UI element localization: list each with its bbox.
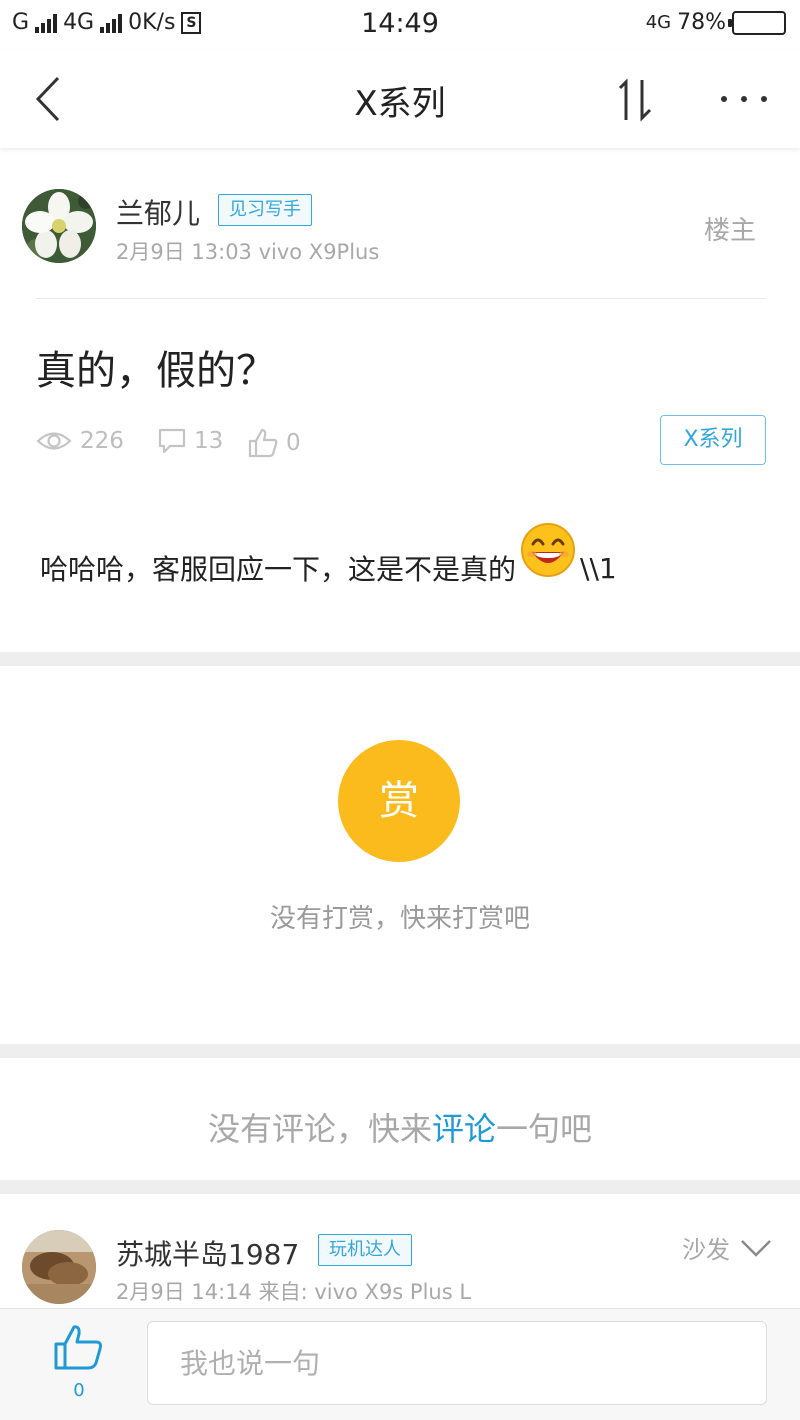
status-right: 4G 78% — [646, 10, 786, 35]
likes-stat[interactable]: 0 — [248, 428, 301, 458]
reward-prompt: 没有打赏，快来打赏吧 — [269, 904, 530, 934]
author-badge: 见习写手 — [218, 194, 312, 226]
grinning-emoji-icon — [520, 522, 576, 578]
comments-stat[interactable]: 13 — [158, 428, 223, 454]
like-count: 0 — [73, 1380, 85, 1401]
status-bar: G 4G 0K/s S 14:49 4G 78% — [0, 0, 800, 50]
divider — [36, 298, 766, 299]
comment-input[interactable] — [147, 1321, 767, 1405]
reply-avatar[interactable] — [22, 1230, 96, 1304]
user-avatar-image — [22, 1230, 96, 1304]
comment-bubble-icon — [158, 428, 186, 454]
chevron-down-icon — [741, 1239, 771, 1257]
chevron-left-icon — [35, 76, 60, 122]
no-comment-text: 没有评论，快来 — [207, 1110, 432, 1148]
thumbs-up-icon — [54, 1325, 102, 1370]
flower-avatar-image — [22, 189, 96, 263]
floor-label: 楼主 — [704, 216, 757, 246]
reply-meta: 2月9日 14:14 来自: vivo X9s Plus L — [116, 1280, 472, 1304]
eye-icon — [36, 432, 72, 450]
reply-author-name[interactable]: 苏城半岛1987 — [116, 1233, 299, 1273]
section-separator — [0, 1044, 800, 1058]
post-body-suffix: \\1 — [580, 551, 617, 585]
no-comment-prompt: 没有评论，快来评论一句吧 — [0, 1104, 800, 1150]
post-title: 真的，假的？ — [36, 348, 276, 394]
reply-author-badge: 玩机达人 — [318, 1234, 412, 1266]
more-dots-icon — [721, 96, 767, 102]
battery-icon — [728, 10, 786, 35]
category-tag[interactable]: X系列 — [660, 415, 766, 465]
section-separator — [0, 1180, 800, 1194]
post-body-text: 哈哈哈，客服回应一下，这是不是真的 — [40, 553, 517, 586]
no-comment-text-tail: 一句吧 — [496, 1110, 593, 1148]
page-title: X系列 — [354, 84, 446, 124]
views-stat: 226 — [36, 428, 124, 454]
sort-button[interactable] — [606, 72, 662, 128]
sort-icon — [618, 78, 652, 122]
battery-percent: 78% — [677, 10, 726, 35]
reward-button[interactable]: 赏 — [338, 740, 460, 862]
views-count: 226 — [80, 428, 124, 454]
likes-count: 0 — [286, 430, 301, 456]
back-button[interactable] — [28, 74, 72, 124]
author-avatar[interactable] — [22, 189, 96, 263]
reply-floor[interactable]: 沙发 — [682, 1230, 772, 1265]
comments-count: 13 — [194, 428, 224, 454]
more-button[interactable] — [716, 84, 772, 114]
reply-floor-label: 沙发 — [682, 1236, 730, 1264]
post-body: 哈哈哈，客服回应一下，这是不是真的 \\1 — [40, 523, 617, 596]
post-meta: 2月9日 13:03 vivo X9Plus — [116, 240, 380, 264]
network-type: 4G — [645, 12, 672, 33]
comment-link[interactable]: 评论 — [432, 1110, 496, 1148]
section-separator — [0, 652, 800, 666]
nav-bar: X系列 — [0, 50, 800, 148]
thumbs-up-icon — [248, 428, 278, 458]
author-name[interactable]: 兰郁儿 — [116, 192, 200, 232]
